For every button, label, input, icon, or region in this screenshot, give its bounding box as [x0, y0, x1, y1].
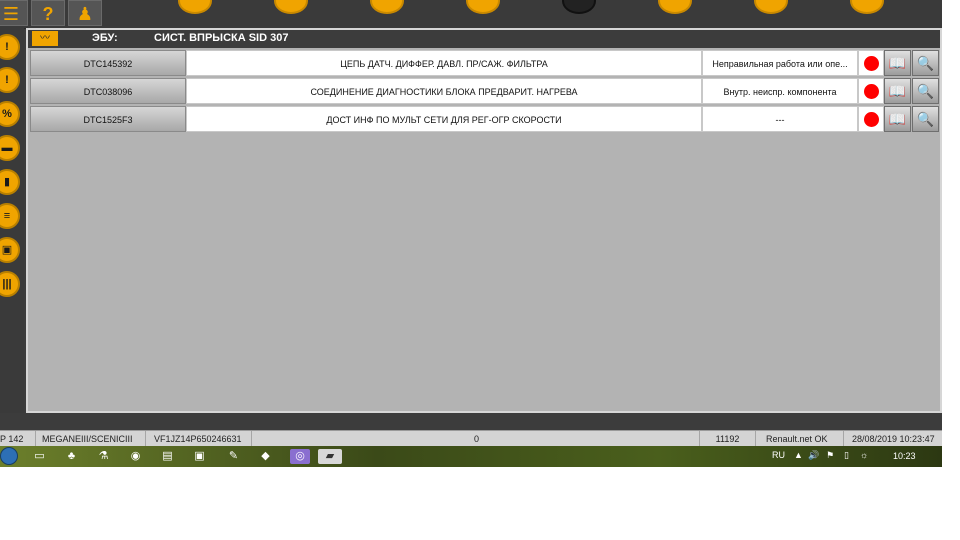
- leaf-icon[interactable]: ♣: [64, 449, 79, 464]
- fault-description: СОЕДИНЕНИЕ ДИАГНОСТИКИ БЛОКА ПРЕДВАРИТ. …: [186, 78, 702, 104]
- book-icon: 📖: [888, 83, 907, 99]
- bird-logo-icon: 〰: [32, 31, 58, 46]
- shield-icon[interactable]: [370, 0, 404, 14]
- zoom-button[interactable]: 🔍: [912, 106, 939, 132]
- fault-indicator: [858, 78, 884, 104]
- battery-icon[interactable]: ▯: [844, 450, 849, 461]
- vehicle-identification-button[interactable]: ♟: [68, 0, 102, 26]
- notepad-icon[interactable]: ▤: [160, 449, 175, 464]
- magnifier-icon: 🔍: [916, 55, 935, 71]
- chrome-icon[interactable]: ◉: [128, 449, 143, 464]
- bus-icon[interactable]: [274, 0, 308, 14]
- status-datetime: 28/08/2019 10:23:47: [852, 434, 935, 444]
- status-vehicle: MEGANEIII/SCENICIII: [38, 431, 146, 447]
- fault-status: ---: [702, 106, 858, 132]
- car-app-icon[interactable]: ◆: [258, 449, 273, 464]
- menu-list-icon: ☰: [2, 4, 20, 24]
- red-dot-icon: [864, 84, 879, 99]
- menu-list-button[interactable]: ☰: [0, 0, 28, 26]
- tray-arrow-icon[interactable]: ▲: [794, 450, 803, 460]
- status-bar: P 142 MEGANEIII/SCENICIII VF1JZ14P650246…: [0, 430, 942, 447]
- fault-description: ЦЕПЬ ДАТЧ. ДИФФЕР. ДАВЛ. ПР/САЖ. ФИЛЬТРА: [186, 50, 702, 76]
- fault-row[interactable]: DTC1525F3 ДОСТ ИНФ ПО МУЛЬТ СЕТИ ДЛЯ РЕГ…: [30, 106, 940, 132]
- status-id: 11192: [700, 431, 756, 447]
- fault-code[interactable]: DTC1525F3: [30, 106, 186, 132]
- magnifier-icon: 🔍: [916, 111, 935, 127]
- diag-app-icon[interactable]: ▰: [318, 449, 342, 464]
- car-icon[interactable]: ▬: [0, 135, 20, 161]
- book-icon: 📖: [888, 111, 907, 127]
- flag-icon[interactable]: ⚑: [826, 450, 834, 461]
- fault-row[interactable]: DTC145392 ЦЕПЬ ДАТЧ. ДИФФЕР. ДАВЛ. ПР/СА…: [30, 50, 940, 76]
- fault-code[interactable]: DTC145392: [30, 50, 186, 76]
- red-dot-icon: [864, 56, 879, 71]
- status-vin: VF1JZ14P650246631: [150, 431, 252, 447]
- fault-description: ДОСТ ИНФ ПО МУЛЬТ СЕТИ ДЛЯ РЕГ-ОГР СКОРО…: [186, 106, 702, 132]
- book-icon[interactable]: ▮: [0, 169, 20, 195]
- tool-icon[interactable]: ✎: [226, 449, 241, 464]
- vehicle-front-icon[interactable]: [178, 0, 212, 14]
- language-indicator[interactable]: RU: [772, 450, 785, 460]
- viber-icon[interactable]: ◎: [290, 449, 310, 464]
- network-icon[interactable]: ☼: [860, 450, 868, 460]
- fault-status: Внутр. неиспр. компонента: [702, 78, 858, 104]
- windows-taskbar: ▭ ♣ ⚗ ◉ ▤ ▣ ✎ ◆ ◎ ▰ RU ▲ 🔊 ⚑ ▯ ☼ 10:23: [0, 446, 942, 467]
- vehicle-person-icon: ♟: [76, 4, 94, 24]
- flask-icon[interactable]: ⚗: [96, 449, 111, 464]
- ecu-name: СИСТ. ВПРЫСКА SID 307: [154, 32, 289, 44]
- fault-indicator: [858, 106, 884, 132]
- help-icon: ?: [42, 4, 54, 24]
- diagnostic-app-window: ☰ ? ♟ ! ! % ▬ ▮ ≡ ▣ ||| 〰 ЭБУ: СИСТ. ВПР…: [0, 0, 942, 467]
- ecu-label: ЭБУ:: [92, 32, 118, 44]
- documentation-button[interactable]: 📖: [884, 78, 911, 104]
- explorer-icon[interactable]: ▭: [32, 449, 47, 464]
- zoom-button[interactable]: 🔍: [912, 50, 939, 76]
- magnifier-icon: 🔍: [916, 83, 935, 99]
- top-toolbar: ☰ ? ♟: [0, 0, 942, 29]
- percent-icon[interactable]: %: [0, 101, 20, 127]
- component-icon[interactable]: ▣: [0, 237, 20, 263]
- wiring-icon[interactable]: ≡: [0, 203, 20, 229]
- warning-icon[interactable]: !: [0, 67, 20, 93]
- zoom-button[interactable]: 🔍: [912, 78, 939, 104]
- speaker-icon[interactable]: 🔊: [808, 450, 819, 461]
- clock[interactable]: 10:23: [893, 451, 916, 461]
- fault-row[interactable]: DTC038096 СОЕДИНЕНИЕ ДИАГНОСТИКИ БЛОКА П…: [30, 78, 940, 104]
- help-button[interactable]: ?: [31, 0, 65, 26]
- folder-icon[interactable]: ▣: [192, 449, 207, 464]
- car-icon[interactable]: [850, 0, 884, 14]
- start-button[interactable]: [0, 447, 18, 465]
- fault-status: Неправильная работа или опе...: [702, 50, 858, 76]
- status-counter: 0: [254, 431, 700, 447]
- warning-icon[interactable]: !: [0, 34, 20, 60]
- fault-list-panel: 〰 ЭБУ: СИСТ. ВПРЫСКА SID 307 DTC145392 Ц…: [26, 28, 942, 413]
- left-sidebar: ! ! % ▬ ▮ ≡ ▣ |||: [0, 28, 24, 413]
- gauge-icon[interactable]: [562, 0, 596, 14]
- phone-icon[interactable]: [658, 0, 692, 14]
- fault-code[interactable]: DTC038096: [30, 78, 186, 104]
- ecu-header: 〰 ЭБУ: СИСТ. ВПРЫСКА SID 307: [28, 30, 940, 48]
- status-network: Renault.net OK: [762, 431, 844, 447]
- fault-indicator: [858, 50, 884, 76]
- barcode-icon[interactable]: |||: [0, 271, 20, 297]
- red-dot-icon: [864, 112, 879, 127]
- documentation-button[interactable]: 📖: [884, 50, 911, 76]
- card-icon[interactable]: [466, 0, 500, 14]
- status-version: P 142: [0, 431, 36, 447]
- documentation-button[interactable]: 📖: [884, 106, 911, 132]
- sound-icon[interactable]: [754, 0, 788, 14]
- book-icon: 📖: [888, 55, 907, 71]
